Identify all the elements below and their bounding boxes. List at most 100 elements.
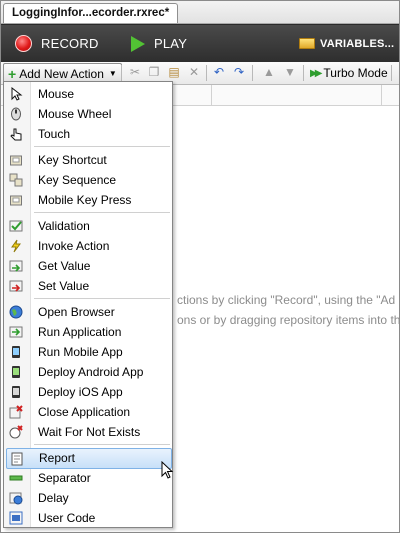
toolbar-divider xyxy=(303,65,304,81)
menu-item-validation[interactable]: Validation xyxy=(4,216,172,236)
menu-item-mouse[interactable]: Mouse xyxy=(4,84,172,104)
recording-tab[interactable]: LoggingInfor...ecorder.rxrec* xyxy=(3,3,179,23)
deploy-android-app-icon xyxy=(12,366,20,378)
column-divider xyxy=(381,85,382,105)
undo-icon[interactable]: ↶ xyxy=(212,66,226,79)
menu-item-label: Mobile Key Press xyxy=(38,193,132,207)
turbo-icon: ▶▶ xyxy=(310,67,323,79)
menu-item-deploy-android-app[interactable]: Deploy Android App xyxy=(4,362,172,382)
menu-item-label: Run Application xyxy=(38,325,122,339)
user-code-icon xyxy=(9,511,23,525)
document-tab-strip: LoggingInfor...ecorder.rxrec* xyxy=(1,1,399,24)
empty-hint-line-2: ons or by dragging repository items into… xyxy=(177,313,400,327)
turbo-mode-button[interactable]: ▶▶ Turbo Mode xyxy=(310,63,388,83)
toolbar-divider xyxy=(391,65,392,81)
move-up-icon[interactable]: ▲ xyxy=(262,66,276,79)
menu-item-report[interactable]: Report xyxy=(6,448,172,469)
menu-item-label: Get Value xyxy=(38,259,91,273)
menu-item-close-application[interactable]: Close Application xyxy=(4,402,172,422)
set-value-icon xyxy=(9,280,23,292)
play-icon xyxy=(131,35,145,52)
menu-item-label: Run Mobile App xyxy=(38,345,123,359)
paste-icon[interactable]: ▤ xyxy=(167,66,181,79)
menu-item-run-application[interactable]: Run Application xyxy=(4,322,172,342)
menu-item-deploy-ios-app[interactable]: Deploy iOS App xyxy=(4,382,172,402)
play-button[interactable]: PLAY xyxy=(131,25,187,62)
menu-item-run-mobile-app[interactable]: Run Mobile App xyxy=(4,342,172,362)
menu-separator xyxy=(34,444,170,445)
wait-for-not-exists-icon xyxy=(9,425,23,439)
validation-icon xyxy=(9,220,23,232)
get-value-icon xyxy=(9,260,23,272)
menu-item-touch[interactable]: Touch xyxy=(4,124,172,144)
menu-item-label: Key Sequence xyxy=(38,173,117,187)
menu-separator xyxy=(34,298,170,299)
menu-item-label: Report xyxy=(39,451,76,465)
menu-separator xyxy=(34,146,170,147)
record-icon xyxy=(15,35,32,52)
mouse-cursor-icon xyxy=(161,461,174,479)
turbo-mode-label: Turbo Mode xyxy=(323,66,388,80)
menu-item-open-browser[interactable]: Open Browser xyxy=(4,302,172,322)
menu-item-label: Separator xyxy=(38,471,91,485)
deploy-ios-app-icon xyxy=(12,386,20,398)
menu-item-label: Delay xyxy=(38,491,69,505)
menu-item-key-sequence[interactable]: Key Sequence xyxy=(4,170,172,190)
delay-icon xyxy=(9,492,23,505)
copy-icon[interactable]: ❐ xyxy=(147,66,161,79)
menu-item-label: Wait For Not Exists xyxy=(38,425,141,439)
column-divider xyxy=(211,85,212,105)
menu-item-label: Deploy iOS App xyxy=(38,385,123,399)
open-browser-icon xyxy=(9,305,23,319)
mobile-key-press-icon xyxy=(10,195,22,206)
run-mobile-app-icon xyxy=(12,346,20,358)
add-action-menu: Mouse Mouse Wheel Touch Key Shortcut Key… xyxy=(3,81,173,528)
plus-icon: + xyxy=(8,65,17,82)
toolbar-divider xyxy=(206,65,207,81)
menu-item-label: Mouse Wheel xyxy=(38,107,112,121)
toolbar-divider xyxy=(252,65,253,81)
record-play-toolbar: RECORD PLAY VARIABLES... xyxy=(1,24,399,63)
mouse-wheel-icon xyxy=(11,107,21,121)
move-down-icon[interactable]: ▼ xyxy=(283,66,297,79)
menu-item-label: Validation xyxy=(38,219,90,233)
delete-icon[interactable]: ✕ xyxy=(187,66,201,79)
cut-icon[interactable]: ✂ xyxy=(128,66,142,79)
menu-item-label: Mouse xyxy=(38,87,75,101)
report-icon xyxy=(11,452,23,466)
menu-item-delay[interactable]: Delay xyxy=(4,488,172,508)
variables-label: VARIABLES... xyxy=(320,37,395,50)
mouse-icon xyxy=(11,87,23,101)
menu-item-label: Open Browser xyxy=(38,305,115,319)
redo-icon[interactable]: ↷ xyxy=(232,66,246,79)
menu-item-user-code[interactable]: User Code xyxy=(4,508,172,528)
menu-item-get-value[interactable]: Get Value xyxy=(4,256,172,276)
menu-item-mouse-wheel[interactable]: Mouse Wheel xyxy=(4,104,172,124)
chevron-down-icon: ▼ xyxy=(108,69,117,78)
menu-item-label: Touch xyxy=(38,127,71,141)
record-button[interactable]: RECORD xyxy=(15,25,99,62)
record-label: RECORD xyxy=(41,36,99,51)
recording-editor-window: LoggingInfor...ecorder.rxrec* RECORD PLA… xyxy=(0,0,400,533)
variables-button[interactable]: VARIABLES... xyxy=(299,25,394,62)
touch-icon xyxy=(10,128,22,141)
menu-item-key-shortcut[interactable]: Key Shortcut xyxy=(4,150,172,170)
play-label: PLAY xyxy=(154,36,188,51)
variables-icon xyxy=(299,38,315,49)
menu-item-label: Invoke Action xyxy=(38,239,110,253)
empty-hint-line-1: ctions by clicking "Record", using the "… xyxy=(177,293,396,307)
menu-item-mobile-key-press[interactable]: Mobile Key Press xyxy=(4,190,172,210)
menu-item-label: Close Application xyxy=(38,405,131,419)
menu-item-separator[interactable]: Separator xyxy=(4,468,172,488)
menu-item-label: Deploy Android App xyxy=(38,365,144,379)
separator-icon xyxy=(9,475,23,481)
menu-item-set-value[interactable]: Set Value xyxy=(4,276,172,296)
menu-separator xyxy=(34,212,170,213)
menu-item-wait-for-not-exists[interactable]: Wait For Not Exists xyxy=(4,422,172,442)
add-new-action-label: Add New Action xyxy=(19,66,104,81)
menu-item-invoke-action[interactable]: Invoke Action xyxy=(4,236,172,256)
close-application-icon xyxy=(9,405,23,419)
run-application-icon xyxy=(9,326,23,338)
menu-item-label: Key Shortcut xyxy=(38,153,107,167)
menu-item-label: Set Value xyxy=(38,279,90,293)
